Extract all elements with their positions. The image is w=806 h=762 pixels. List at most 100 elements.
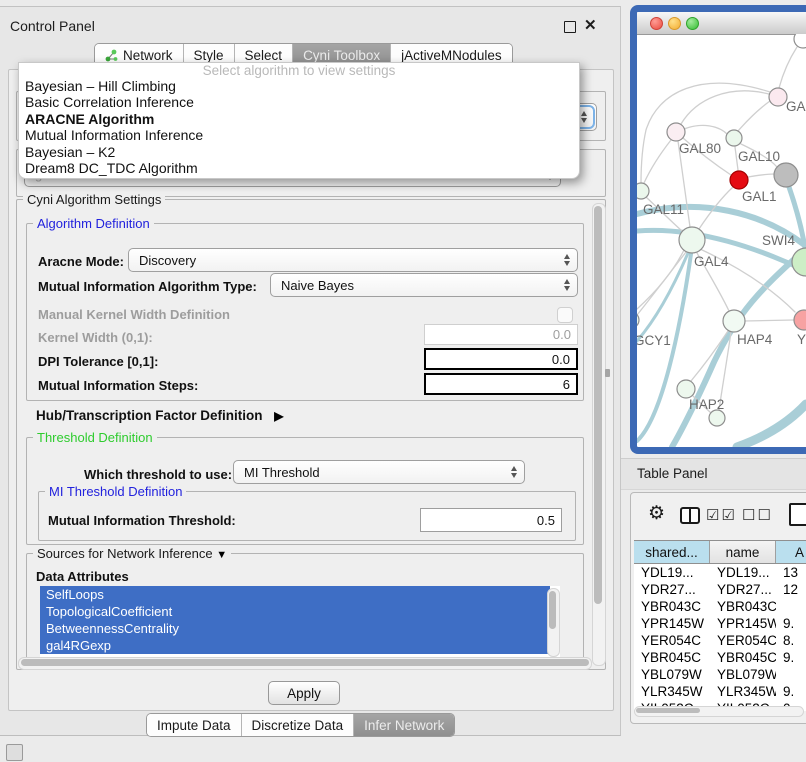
network-edge-highlighted[interactable]: [672, 253, 801, 447]
aracne-mode-value: Discovery: [139, 253, 196, 268]
network-node-gal[interactable]: [769, 88, 787, 106]
network-node-hap2[interactable]: [677, 380, 695, 398]
network-edge[interactable]: [779, 47, 797, 88]
minimize-window-icon[interactable]: [668, 17, 681, 30]
table-cell: [776, 666, 806, 683]
close-window-icon[interactable]: [650, 17, 663, 30]
manual-kernel-label: Manual Kernel Width Definition: [38, 307, 230, 322]
attribute-item[interactable]: TopologicalCoefficient: [40, 603, 550, 620]
attributes-list-scrollbar[interactable]: [547, 588, 560, 657]
table-cell: YBL079W: [710, 666, 776, 683]
network-node-gal80[interactable]: [667, 123, 685, 141]
network-edge[interactable]: [745, 320, 794, 321]
bottom-tab-discretize-data[interactable]: Discretize Data: [242, 714, 355, 736]
table-row[interactable]: YBR043CYBR043C: [634, 598, 806, 615]
control-panel: Control Panel ✕ NetworkStyleSelectCyni T…: [0, 6, 621, 736]
network-window-titlebar[interactable]: [637, 12, 806, 35]
settings-vertical-scrollbar[interactable]: [592, 203, 606, 666]
aracne-mode-combo[interactable]: Discovery: [128, 248, 578, 272]
which-threshold-combo[interactable]: MI Threshold: [233, 460, 525, 484]
network-node-hap4[interactable]: [723, 310, 745, 332]
gear-icon[interactable]: ⚙: [648, 503, 665, 525]
scrollbar-thumb[interactable]: [549, 591, 556, 629]
algorithm-option[interactable]: Bayesian – Hill Climbing: [19, 78, 579, 94]
select-all-checkboxes-icon[interactable]: ☑☑: [706, 506, 737, 524]
attribute-item[interactable]: BetweennessCentrality: [40, 620, 550, 637]
table-cell: YDL19...: [634, 564, 710, 581]
table-row[interactable]: YDL19...YDL19...13: [634, 564, 806, 581]
network-canvas[interactable]: GALGAL80GAL10GAL1GAL11GAL4SWI4GCY1HAP4YH…: [637, 34, 806, 447]
attribute-item[interactable]: gal4RGexp: [40, 637, 550, 654]
deselect-all-checkboxes-icon[interactable]: ☐☐: [742, 506, 773, 524]
mi-steps-field[interactable]: 6: [424, 373, 578, 395]
table-cell: 12: [776, 581, 806, 598]
column-header[interactable]: A: [776, 541, 806, 563]
columns-icon[interactable]: [680, 507, 700, 524]
kernel-width-field[interactable]: 0.0: [424, 324, 578, 345]
network-edge[interactable]: [684, 125, 727, 134]
bottom-tab-infer-network[interactable]: Infer Network: [354, 714, 454, 736]
docked-panel-icon[interactable]: [6, 744, 23, 761]
network-node[interactable]: [794, 34, 806, 48]
float-panel-icon[interactable]: [564, 21, 576, 33]
tab-label: Network: [123, 48, 173, 63]
network-node[interactable]: [774, 163, 798, 187]
panel-resize-handle[interactable]: [605, 369, 610, 377]
scrollbar-thumb[interactable]: [636, 708, 700, 713]
network-node[interactable]: [709, 410, 725, 426]
expanded-arrow-icon[interactable]: ▼: [216, 549, 227, 561]
mi-threshold-field[interactable]: 0.5: [420, 508, 562, 532]
network-edge[interactable]: [748, 174, 774, 177]
table-rows: YDL19...YDL19...13YDR27...YDR27...12YBR0…: [634, 564, 806, 711]
network-node-y[interactable]: [794, 310, 806, 330]
network-node-gal10[interactable]: [726, 130, 742, 146]
sources-group-title: Sources for Network Inference ▼: [33, 546, 231, 561]
table-row[interactable]: YER054CYER054C8.: [634, 632, 806, 649]
network-edge[interactable]: [681, 91, 769, 124]
table-row[interactable]: YBR045CYBR045C9.: [634, 649, 806, 666]
scrollbar-thumb[interactable]: [594, 206, 602, 604]
table-cell: 9.: [776, 615, 806, 632]
settings-horizontal-scrollbar[interactable]: [18, 657, 592, 670]
attribute-item[interactable]: SelfLoops: [40, 586, 550, 603]
network-node-gal1[interactable]: [730, 171, 748, 189]
hub-tf-definition-toggle[interactable]: Hub/Transcription Factor Definition ▶: [36, 408, 284, 423]
table-row[interactable]: YDR27...YDR27...12: [634, 581, 806, 598]
network-node-swi4[interactable]: [792, 248, 806, 276]
table-cell: YBR045C: [634, 649, 710, 666]
data-attributes-list[interactable]: SelfLoopsTopologicalCoefficientBetweenne…: [40, 586, 560, 657]
node-label: GAL10: [738, 149, 780, 164]
network-node-gal4[interactable]: [679, 227, 705, 253]
table-row[interactable]: YLR345WYLR345W9.: [634, 683, 806, 700]
node-label: SWI4: [762, 233, 795, 248]
node-table: shared...nameA YDL19...YDL19...13YDR27..…: [634, 540, 806, 711]
mi-algorithm-type-label: Mutual Information Algorithm Type:: [38, 279, 257, 294]
network-edge-highlighted[interactable]: [737, 404, 806, 447]
network-edge[interactable]: [738, 101, 770, 131]
column-header[interactable]: name: [710, 541, 776, 563]
table-cell: YDR27...: [710, 581, 776, 598]
algorithm-option[interactable]: Bayesian – K2: [19, 144, 579, 160]
which-threshold-label: Which threshold to use:: [84, 467, 232, 482]
manual-kernel-checkbox[interactable]: [557, 307, 573, 323]
mi-algorithm-type-combo[interactable]: Naive Bayes: [270, 273, 578, 297]
zoom-window-icon[interactable]: [686, 17, 699, 30]
apply-button[interactable]: Apply: [268, 681, 340, 705]
network-edge[interactable]: [644, 140, 671, 183]
table-row[interactable]: YBL079WYBL079W: [634, 666, 806, 683]
tab-label: Select: [245, 48, 283, 63]
algorithm-option[interactable]: Dream8 DC_TDC Algorithm: [19, 160, 579, 176]
network-node-gal11[interactable]: [637, 183, 649, 199]
algorithm-option[interactable]: Basic Correlation Inference: [19, 94, 579, 110]
column-header[interactable]: shared...: [634, 541, 710, 563]
algorithm-option[interactable]: ARACNE Algorithm: [19, 111, 579, 127]
table-horizontal-scrollbar[interactable]: [634, 706, 804, 717]
close-icon[interactable]: ✕: [584, 16, 597, 34]
algorithm-option[interactable]: Mutual Information Inference: [19, 127, 579, 143]
scrollbar-thumb[interactable]: [21, 659, 589, 666]
export-table-icon[interactable]: [789, 503, 806, 526]
network-edge[interactable]: [641, 83, 770, 183]
bottom-tab-impute-data[interactable]: Impute Data: [147, 714, 242, 736]
dpi-tolerance-field[interactable]: 0.0: [424, 348, 578, 370]
table-row[interactable]: YPR145WYPR145W9.: [634, 615, 806, 632]
